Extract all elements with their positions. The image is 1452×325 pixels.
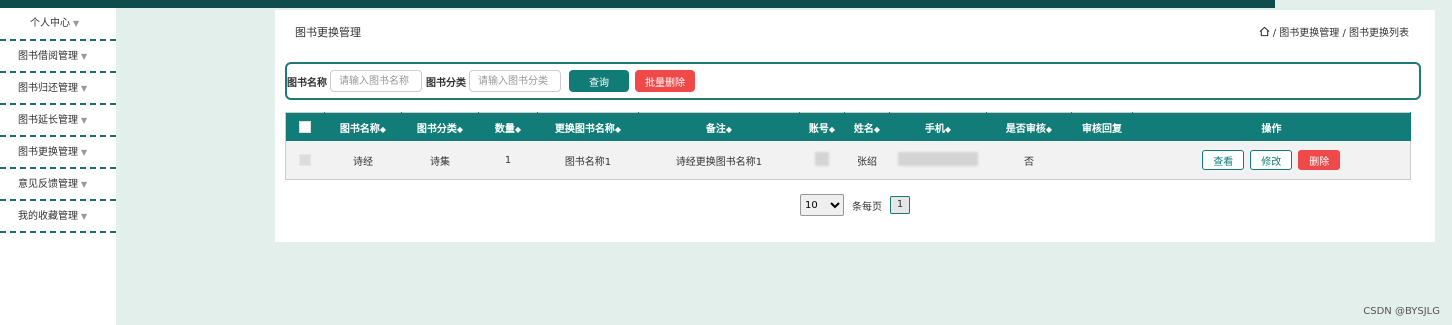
pagination: 10 条每页 1: [800, 194, 910, 216]
sort-icon[interactable]: ◆: [615, 125, 621, 134]
col-name[interactable]: 姓名◆: [844, 112, 890, 141]
row-select-cell: [285, 141, 325, 180]
sort-icon[interactable]: ◆: [515, 125, 521, 134]
top-bar: [0, 0, 1275, 8]
sidebar-item-personal-center[interactable]: 个人中心 ▼: [0, 8, 116, 41]
table-row: 诗经 诗集 1 图书名称1 诗经更换图书名称1 张绍 否 查看 修改 删除: [285, 141, 1411, 180]
col-category[interactable]: 图书分类◆: [401, 112, 479, 141]
per-page-label: 条每页: [852, 201, 882, 213]
caret-down-icon: ▼: [81, 52, 88, 61]
search-bar: 图书名称 图书分类 查询 批量删除: [285, 62, 1421, 100]
view-button[interactable]: 查看: [1202, 150, 1245, 170]
col-remark[interactable]: 备注◆: [638, 112, 800, 141]
table-header-row: 图书名称◆ 图书分类◆ 数量◆ 更换图书名称◆ 备注◆ 账号◆ 姓名◆ 手机◆ …: [285, 112, 1411, 141]
sidebar-item-return[interactable]: 图书归还管理 ▼: [0, 73, 116, 105]
caret-down-icon: ▼: [81, 180, 88, 189]
sort-icon[interactable]: ◆: [457, 125, 463, 134]
cell-actions: 查看 修改 删除: [1132, 141, 1411, 180]
col-account[interactable]: 账号◆: [799, 112, 845, 141]
col-book-name[interactable]: 图书名称◆: [324, 112, 402, 141]
sidebar-item-borrow[interactable]: 图书借阅管理 ▼: [0, 41, 116, 73]
redacted-phone: [898, 151, 978, 166]
book-name-input[interactable]: [330, 70, 422, 92]
sidebar-item-label: 意见反馈管理: [18, 179, 78, 190]
cell-remark: 诗经更换图书名称1: [638, 141, 800, 180]
caret-down-icon: ▼: [73, 19, 80, 28]
sidebar-item-label: 图书借阅管理: [18, 51, 78, 62]
col-quantity[interactable]: 数量◆: [478, 112, 538, 141]
sort-icon[interactable]: ◆: [874, 125, 880, 134]
cell-replace-name: 图书名称1: [537, 141, 639, 180]
select-all-checkbox[interactable]: [299, 121, 311, 133]
edit-button[interactable]: 修改: [1250, 150, 1293, 170]
cell-account: [799, 141, 845, 180]
sidebar-item-label: 图书归还管理: [18, 83, 78, 94]
cell-approved: 否: [986, 141, 1072, 180]
sidebar-item-label: 个人中心: [30, 18, 70, 29]
query-button[interactable]: 查询: [569, 70, 629, 92]
cell-category: 诗集: [401, 141, 479, 180]
book-category-input[interactable]: [469, 70, 561, 92]
watermark: CSDN @BYSJLG: [1363, 306, 1440, 317]
sort-icon[interactable]: ◆: [829, 125, 835, 134]
col-reply: 审核回复: [1071, 112, 1133, 141]
col-replace-name[interactable]: 更换图书名称◆: [537, 112, 639, 141]
breadcrumb: / 图书更换管理 / 图书更换列表: [1259, 24, 1409, 39]
sort-icon[interactable]: ◆: [726, 125, 732, 134]
main-panel: 图书更换管理 / 图书更换管理 / 图书更换列表 图书名称 图书分类 查询 批量…: [275, 10, 1435, 242]
sort-icon[interactable]: ◆: [1046, 125, 1052, 134]
caret-down-icon: ▼: [81, 116, 88, 125]
sidebar-item-label: 图书延长管理: [18, 115, 78, 126]
page-size-select[interactable]: 10: [800, 194, 844, 216]
sidebar: 个人中心 ▼ 图书借阅管理 ▼ 图书归还管理 ▼ 图书延长管理 ▼ 图书更换管理 ▼ 意见…: [0, 8, 116, 325]
home-icon[interactable]: [1259, 26, 1270, 37]
cell-quantity: 1: [478, 141, 538, 180]
sidebar-item-label: 图书更换管理: [18, 147, 78, 158]
batch-delete-button[interactable]: 批量删除: [635, 70, 695, 92]
page-number-button[interactable]: 1: [890, 196, 910, 214]
cell-phone: [889, 141, 987, 180]
redacted-account: [815, 151, 829, 166]
col-approved[interactable]: 是否审核◆: [986, 112, 1072, 141]
sidebar-item-label: 我的收藏管理: [18, 211, 78, 222]
select-all-cell: [285, 112, 325, 141]
row-checkbox[interactable]: [299, 154, 312, 166]
col-phone[interactable]: 手机◆: [889, 112, 987, 141]
page-title: 图书更换管理: [295, 26, 361, 39]
breadcrumb-text: / 图书更换管理 / 图书更换列表: [1272, 28, 1409, 39]
cell-book-name: 诗经: [324, 141, 402, 180]
cell-name: 张绍: [844, 141, 890, 180]
caret-down-icon: ▼: [81, 148, 88, 157]
col-actions: 操作: [1132, 112, 1411, 141]
sidebar-item-replace[interactable]: 图书更换管理 ▼: [0, 137, 116, 169]
sidebar-item-extend[interactable]: 图书延长管理 ▼: [0, 105, 116, 137]
book-name-label: 图书名称: [287, 77, 327, 89]
cell-reply: [1071, 141, 1133, 180]
sidebar-item-feedback[interactable]: 意见反馈管理 ▼: [0, 169, 116, 201]
caret-down-icon: ▼: [81, 212, 88, 221]
book-category-label: 图书分类: [426, 77, 466, 89]
data-table: 图书名称◆ 图书分类◆ 数量◆ 更换图书名称◆ 备注◆ 账号◆ 姓名◆ 手机◆ …: [285, 112, 1411, 180]
sort-icon[interactable]: ◆: [380, 125, 386, 134]
sort-icon[interactable]: ◆: [945, 125, 951, 134]
caret-down-icon: ▼: [81, 84, 88, 93]
delete-button[interactable]: 删除: [1298, 150, 1341, 170]
sidebar-item-favorites[interactable]: 我的收藏管理 ▼: [0, 201, 116, 233]
